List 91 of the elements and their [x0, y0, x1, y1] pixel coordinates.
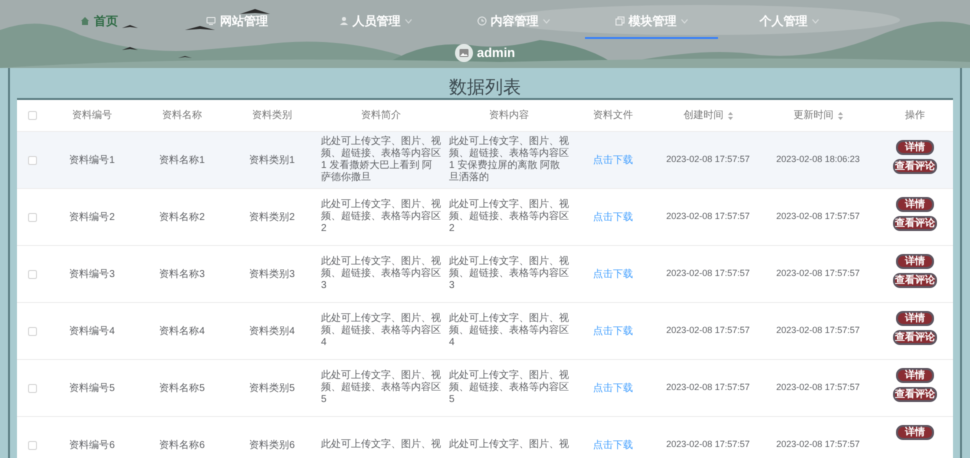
table-cell-text: 2023-02-08 17:57:57 — [666, 324, 750, 338]
table-cell-text: 2023-02-08 17:57:57 — [776, 267, 860, 280]
table-cell-text: 2023-02-08 17:57:57 — [776, 324, 860, 338]
table-cell: 此处可上传文字、图片、视频、超链接、表格等内容区4 — [321, 313, 441, 349]
checkbox[interactable] — [28, 111, 36, 120]
table-cell-text: 2023-02-08 17:57:57 — [666, 267, 750, 280]
table-cell-text: 资料类别3 — [249, 268, 295, 282]
table-cell-text: 资料编号3 — [69, 268, 115, 282]
table-cell-text: 2023-02-08 17:57:57 — [776, 438, 860, 452]
column-header: 资料类别 — [252, 108, 292, 123]
table-cell-text: 资料编号6 — [69, 438, 115, 452]
table-cell-text: 资料编号4 — [69, 324, 115, 338]
table-cell: 此处可上传文字、图片、视 — [321, 439, 441, 451]
table-cell-text: 资料编号5 — [69, 382, 115, 396]
table-cell: 此处可上传文字、图片、视频、超链接、表格等内容区3 — [449, 256, 569, 292]
sort-icon[interactable] — [838, 112, 842, 120]
table-cell-text: 资料编号2 — [69, 210, 115, 224]
copy-icon — [614, 16, 624, 26]
table-cell: 此处可上传文字、图片、视频、超链接、表格等内容区2 — [449, 199, 569, 235]
table-cell-text: 资料名称2 — [159, 210, 205, 224]
table-cell: 此处可上传文字、图片、视频、超链接、表格等内容区5 — [449, 370, 569, 406]
table-cell-text: 2023-02-08 17:57:57 — [666, 438, 750, 452]
sort-icon[interactable] — [728, 112, 732, 120]
comments-button[interactable]: 查看评论 — [893, 216, 937, 231]
column-header: 操作 — [905, 109, 925, 123]
download-link[interactable]: 点击下载 — [593, 152, 633, 168]
table-cell-text: 2023-02-08 18:06:23 — [776, 153, 860, 166]
checkbox[interactable] — [28, 212, 36, 222]
monitor-icon — [206, 16, 216, 26]
table-cell-text: 资料名称3 — [159, 268, 205, 282]
caret-icon — [812, 18, 818, 24]
comments-button[interactable]: 查看评论 — [893, 330, 937, 345]
table-cell-text: 2023-02-08 17:57:57 — [666, 381, 750, 394]
download-link[interactable]: 点击下载 — [593, 210, 633, 224]
username: admin — [476, 44, 516, 62]
details-button[interactable]: 详情 — [896, 311, 934, 326]
download-link[interactable]: 点击下载 — [593, 438, 633, 452]
caret-icon — [542, 18, 550, 24]
column-header: 资料文件 — [593, 108, 633, 123]
table-cell-text: 资料名称4 — [159, 324, 205, 338]
column-header[interactable]: 创建时间 — [684, 108, 732, 123]
details-button[interactable]: 详情 — [896, 254, 934, 269]
column-header: 资料名称 — [162, 108, 202, 123]
caret-icon — [404, 18, 412, 24]
page-title: 数据列表 — [448, 76, 522, 96]
table-cell-text: 2023-02-08 17:57:57 — [776, 381, 860, 394]
checkbox[interactable] — [28, 384, 36, 392]
home-icon — [80, 16, 90, 26]
details-button[interactable]: 详情 — [896, 368, 934, 383]
column-header: 资料编号 — [72, 108, 112, 123]
download-link[interactable]: 点击下载 — [593, 380, 633, 396]
table-cell-text: 2023-02-08 17:57:57 — [776, 210, 860, 224]
nav-tab[interactable]: 网站管理 — [176, 5, 298, 39]
table-cell: 此处可上传文字、图片、视频、超链接、表格等内容区2 — [321, 199, 441, 235]
table-cell-text: 资料类别1 — [249, 154, 295, 168]
table-cell: 此处可上传文字、图片、视频、超链接、表格等内容区3 — [321, 256, 441, 292]
table-cell: 此处可上传文字、图片、视频、超链接、表格等内容区1 发看撒娇大巴上看到 阿萨德你撒旦 — [321, 136, 441, 184]
checkbox[interactable] — [28, 440, 36, 450]
column-header: 资料内容 — [489, 108, 529, 123]
column-header[interactable]: 更新时间 — [794, 108, 842, 123]
table-cell-text: 资料类别6 — [249, 438, 295, 452]
download-link[interactable]: 点击下载 — [593, 324, 633, 338]
table-cell-text: 资料名称1 — [159, 154, 205, 168]
checkbox[interactable] — [28, 326, 36, 336]
clock-icon — [476, 16, 486, 26]
nav-tab[interactable]: 人员管理 — [308, 5, 442, 39]
table-cell-text: 资料编号1 — [69, 154, 115, 168]
download-link[interactable]: 点击下载 — [593, 266, 633, 282]
checkbox[interactable] — [28, 156, 36, 164]
table-cell-text: 2023-02-08 17:57:57 — [666, 210, 750, 224]
comments-button[interactable]: 查看评论 — [893, 387, 937, 402]
checkbox[interactable] — [28, 270, 36, 278]
details-button[interactable]: 详情 — [896, 140, 934, 155]
table-cell: 此处可上传文字、图片、视频、超链接、表格等内容区1 安保费拉屏的离散 阿散旦洒落的 — [449, 136, 569, 184]
comments-button[interactable]: 查看评论 — [893, 273, 937, 288]
caret-icon — [680, 18, 688, 24]
table-cell-text: 资料名称5 — [159, 382, 205, 396]
details-button[interactable]: 详情 — [896, 197, 934, 212]
table-cell: 此处可上传文字、图片、视频、超链接、表格等内容区5 — [321, 370, 441, 406]
table-cell-text: 资料类别4 — [249, 324, 295, 338]
comments-button[interactable]: 查看评论 — [893, 159, 937, 174]
column-header: 资料简介 — [361, 108, 401, 123]
table-cell-text: 2023-02-08 17:57:57 — [666, 153, 750, 166]
table-cell-text: 资料名称6 — [159, 438, 205, 452]
user-icon — [338, 16, 348, 26]
table-cell-text: 资料类别2 — [249, 210, 295, 224]
table-cell: 此处可上传文字、图片、视频、超链接、表格等内容区4 — [449, 313, 569, 349]
table-cell-text: 资料类别5 — [249, 382, 295, 396]
table-cell: 此处可上传文字、图片、视 — [449, 439, 569, 451]
nav-tab[interactable]: 首页 — [50, 5, 148, 39]
details-button[interactable]: 详情 — [896, 425, 934, 440]
